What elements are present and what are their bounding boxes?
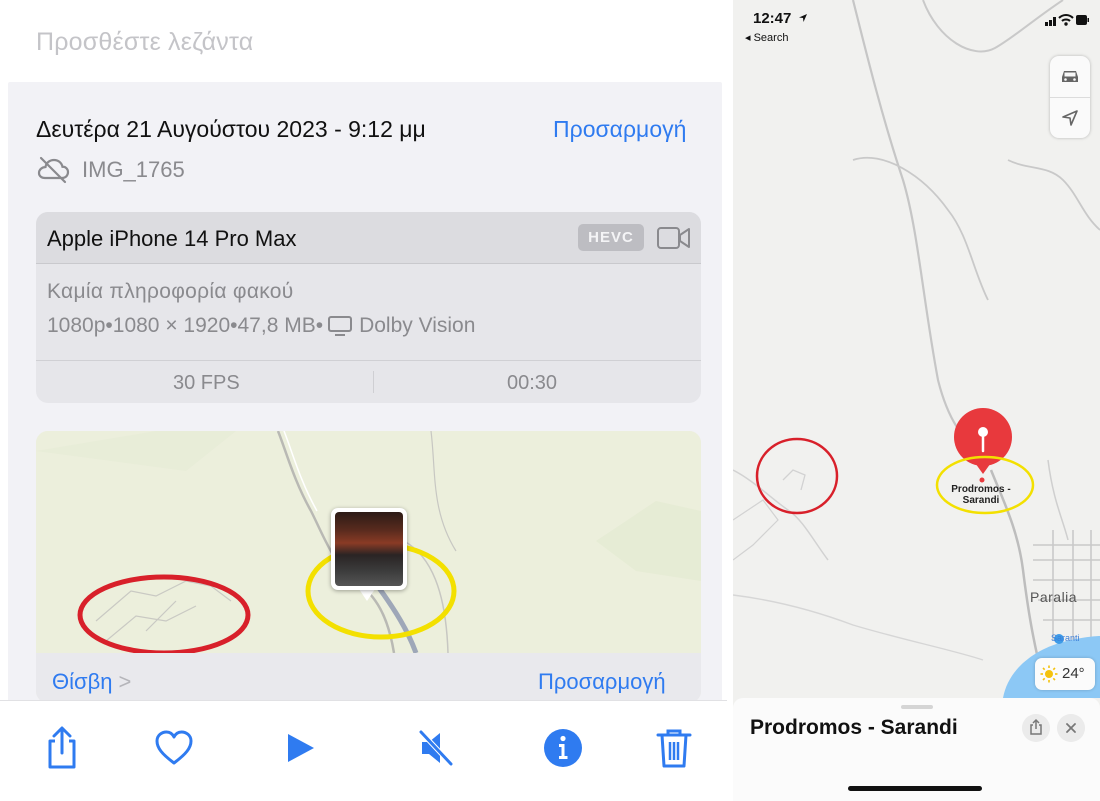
video-specs: 1080p • 1080 × 1920 • 47,8 MB • Dolby Vi… <box>47 314 475 338</box>
separator: • <box>105 314 113 338</box>
duration: 00:30 <box>507 372 558 394</box>
device-info-card: Apple iPhone 14 Pro Max HEVC Καμία πληρο… <box>36 212 701 403</box>
signal-icon <box>1045 17 1056 26</box>
back-to-search-link[interactable]: ◂ Search <box>745 31 788 44</box>
close-icon[interactable] <box>1057 714 1085 742</box>
device-header: Apple iPhone 14 Pro Max HEVC <box>36 212 701 264</box>
share-icon[interactable] <box>1022 714 1050 742</box>
hdr-format: Dolby Vision <box>359 314 476 338</box>
pin-label-line2: Sarandi <box>962 495 1000 506</box>
battery-icon <box>1076 15 1089 25</box>
separator: • <box>315 314 324 338</box>
video-camera-icon <box>657 227 690 249</box>
caption-input[interactable]: Προσθέστε λεζάντα <box>36 28 253 57</box>
sheet-grabber[interactable] <box>901 705 933 709</box>
poi-label[interactable]: Saranti <box>1051 633 1080 643</box>
wifi-icon <box>1058 14 1074 26</box>
photo-pin-thumbnail[interactable] <box>331 508 407 590</box>
status-bar-icons <box>1045 14 1089 26</box>
area-label: Paralia <box>1030 589 1078 605</box>
divider <box>373 371 374 393</box>
pin-label: Prodromos - Sarandi <box>941 484 1021 506</box>
lens-info: Καμία πληροφορία φακού <box>47 280 294 303</box>
maps-panel: 12:47 ◂ Search Prodromos - Sarandi Paral… <box>733 0 1100 801</box>
location-arrow-icon <box>799 14 807 22</box>
mute-icon[interactable] <box>414 725 458 771</box>
sun-icon <box>1040 665 1058 683</box>
device-name: Apple iPhone 14 Pro Max <box>47 226 297 251</box>
frame-rate: 30 FPS <box>173 372 240 394</box>
location-name: Θίσβη <box>52 669 113 694</box>
codec-badge: HEVC <box>578 224 644 251</box>
adjust-location-button[interactable]: Προσαρμογή <box>538 669 666 695</box>
play-icon[interactable] <box>278 725 322 771</box>
status-time: 12:47 <box>753 10 792 27</box>
capture-date: Δευτέρα 21 Αυγούστου 2023 - 9:12 μμ <box>36 116 426 142</box>
dimensions: 1080 × 1920 <box>112 314 231 338</box>
display-icon <box>328 316 353 337</box>
photo-thumbnail <box>335 512 403 586</box>
favorite-heart-icon[interactable] <box>152 725 196 771</box>
file-name: IMG_1765 <box>82 157 185 182</box>
temperature: 24° <box>1062 665 1085 682</box>
location-map[interactable]: Θίσβη > Προσαρμογή <box>36 431 701 703</box>
pin-label-line1: Prodromos - <box>951 484 1011 495</box>
device-footer: 30 FPS 00:30 <box>36 360 701 403</box>
home-indicator <box>848 786 982 791</box>
map-footer: Θίσβη > Προσαρμογή <box>36 653 701 703</box>
file-size: 47,8 MB <box>237 314 316 338</box>
share-icon[interactable] <box>40 725 84 771</box>
chevron-right-icon: > <box>118 669 132 694</box>
bottom-toolbar <box>0 700 727 801</box>
map-controls <box>1050 56 1090 138</box>
weather-widget: 24° <box>1035 658 1095 690</box>
navigation-arrow-icon[interactable] <box>1060 108 1080 128</box>
separator: • <box>230 314 238 338</box>
location-link[interactable]: Θίσβη > <box>52 669 131 695</box>
cloud-off-icon <box>37 156 70 184</box>
place-title: Prodromos - Sarandi <box>750 716 958 739</box>
photo-info-panel: Προσθέστε λεζάντα Δευτέρα 21 Αυγούστου 2… <box>0 0 727 801</box>
trash-icon[interactable] <box>652 725 696 771</box>
divider <box>1050 97 1090 98</box>
adjust-date-button[interactable]: Προσαρμογή <box>553 116 686 143</box>
car-icon[interactable] <box>1059 66 1081 86</box>
resolution: 1080p <box>47 314 106 338</box>
place-sheet[interactable]: Prodromos - Sarandi <box>733 698 1100 801</box>
caption-area[interactable]: Προσθέστε λεζάντα <box>0 0 727 82</box>
info-icon[interactable] <box>541 725 585 771</box>
